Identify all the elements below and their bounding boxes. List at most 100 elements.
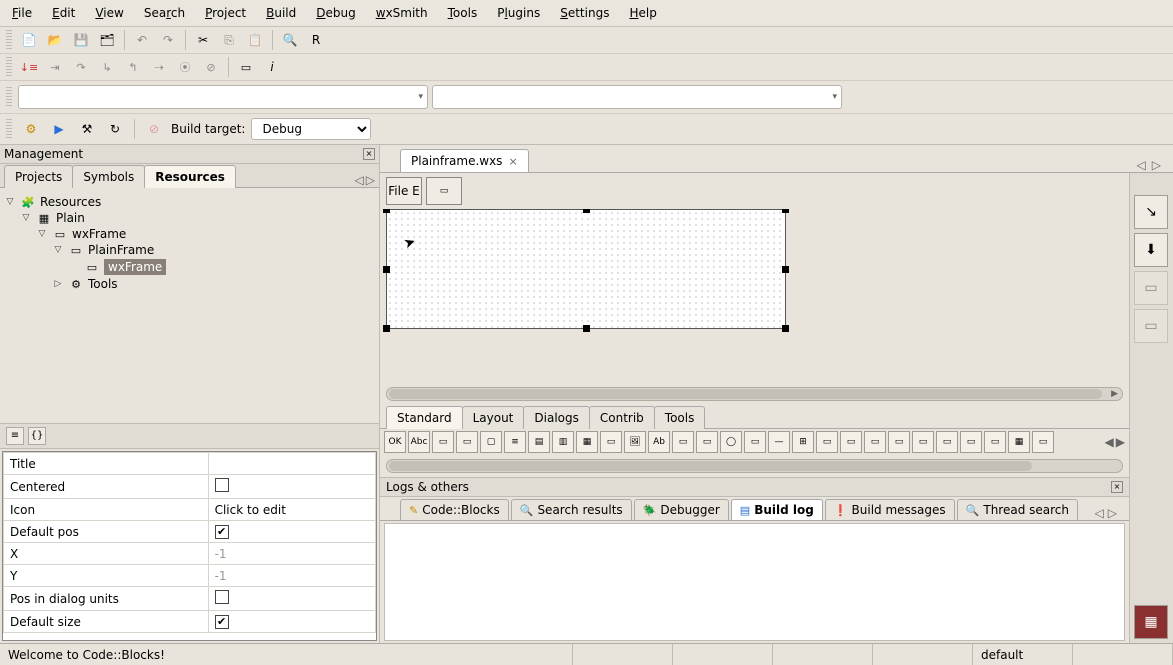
debug-continue-button[interactable]: ⇥ (44, 56, 66, 78)
h-scrollbar[interactable]: ▶ (386, 387, 1123, 401)
resize-handle[interactable] (782, 266, 789, 273)
debug-nexti-button[interactable]: ⇢ (148, 56, 170, 78)
resize-handle[interactable] (782, 325, 789, 332)
menu-settings[interactable]: Settings (554, 4, 615, 22)
palette-widget-15[interactable]: ▭ (744, 431, 766, 453)
palette-scrollbar[interactable] (386, 459, 1123, 473)
tree-tools[interactable]: ▷⚙Tools (4, 276, 375, 292)
build-target-select[interactable]: Debug (251, 118, 371, 140)
new-file-button[interactable] (18, 29, 40, 51)
palette-widget-21[interactable]: ▭ (888, 431, 910, 453)
resize-handle[interactable] (782, 209, 789, 213)
tab-next[interactable]: ▷ (1108, 506, 1117, 520)
checkbox[interactable] (215, 590, 229, 604)
debug-stepout-button[interactable]: ↰ (122, 56, 144, 78)
tab-next[interactable]: ▷ (1152, 158, 1161, 172)
resize-handle[interactable] (383, 209, 390, 213)
prop-value[interactable] (208, 587, 375, 611)
checkbox[interactable]: ✔ (215, 615, 229, 629)
cut-button[interactable] (192, 29, 214, 51)
palette-widget-5[interactable]: ≡ (504, 431, 526, 453)
menu-help[interactable]: Help (623, 4, 662, 22)
palette-widget-9[interactable]: ▭ (600, 431, 622, 453)
menu-build[interactable]: Build (260, 4, 302, 22)
palette-widget-27[interactable]: ▭ (1032, 431, 1054, 453)
build-log-output[interactable] (384, 523, 1125, 641)
tree-root[interactable]: ▽🧩Resources (4, 194, 375, 210)
editor-tab-plainframe[interactable]: Plainframe.wxs × (400, 149, 529, 172)
open-button[interactable] (44, 29, 66, 51)
delete-button[interactable]: ▭ (1134, 309, 1168, 343)
designer-canvas[interactable]: ➤ (380, 209, 1129, 383)
log-tab-buildmsg[interactable]: Build messages (825, 499, 955, 520)
tree-wxframe[interactable]: ▽▭wxFrame (4, 226, 375, 242)
debug-stop-button[interactable]: ⊘ (200, 56, 222, 78)
debug-run-button[interactable]: ↓≡ (18, 56, 40, 78)
build-run-button[interactable] (76, 118, 98, 140)
palette-widget-13[interactable]: ▭ (696, 431, 718, 453)
palette-widget-2[interactable]: ▭ (432, 431, 454, 453)
rebuild-button[interactable] (104, 118, 126, 140)
menu-tools[interactable]: Tools (442, 4, 484, 22)
log-tab-codeblocks[interactable]: Code::Blocks (400, 499, 509, 520)
menu-plugins[interactable]: Plugins (491, 4, 546, 22)
palette-widget-24[interactable]: ▭ (960, 431, 982, 453)
copy-button[interactable] (218, 29, 240, 51)
insert-into-button[interactable]: ↘ (1134, 195, 1168, 229)
palette-widget-23[interactable]: ▭ (936, 431, 958, 453)
close-button[interactable]: × (1111, 481, 1123, 493)
find-button[interactable] (279, 29, 301, 51)
tab-next[interactable]: ▷ (366, 173, 375, 187)
redo-button[interactable] (157, 29, 179, 51)
palette-widget-8[interactable]: ▦ (576, 431, 598, 453)
menu-edit[interactable]: Edit (46, 4, 81, 22)
debug-break-button[interactable]: ⦿ (174, 56, 196, 78)
paste-button[interactable] (244, 29, 266, 51)
toolbar-grip[interactable] (6, 119, 12, 139)
scope-combo-1[interactable]: ▾ (18, 85, 428, 109)
palette-widget-20[interactable]: ▭ (864, 431, 886, 453)
palette-prev[interactable]: ◀ (1105, 435, 1114, 449)
palette-tab-dialogs[interactable]: Dialogs (523, 406, 589, 429)
palette-widget-18[interactable]: ▭ (816, 431, 838, 453)
insert-before-button[interactable]: ⬇ (1134, 233, 1168, 267)
menu-debug[interactable]: Debug (310, 4, 361, 22)
prop-value[interactable] (208, 453, 375, 475)
palette-widget-12[interactable]: ▭ (672, 431, 694, 453)
resize-handle[interactable] (583, 325, 590, 332)
palette-widget-26[interactable]: ▦ (1008, 431, 1030, 453)
tab-prev[interactable]: ◁ (1095, 506, 1104, 520)
tree-inner-wxframe[interactable]: ▭wxFrame (4, 258, 375, 276)
resize-handle[interactable] (583, 209, 590, 213)
menu-wxsmith[interactable]: wxSmith (370, 4, 434, 22)
palette-widget-25[interactable]: ▭ (984, 431, 1006, 453)
save-all-button[interactable] (96, 29, 118, 51)
scope-combo-2[interactable]: ▾ (432, 85, 842, 109)
undo-button[interactable] (131, 29, 153, 51)
tab-projects[interactable]: Projects (4, 165, 73, 188)
palette-widget-16[interactable]: — (768, 431, 790, 453)
checkbox[interactable] (215, 478, 229, 492)
palette-widget-11[interactable]: Ab (648, 431, 670, 453)
palette-tab-contrib[interactable]: Contrib (589, 406, 655, 429)
frame-preview[interactable] (386, 209, 786, 329)
palette-tab-layout[interactable]: Layout (462, 406, 525, 429)
form-panel-button[interactable]: ▭ (426, 177, 462, 205)
resize-handle[interactable] (383, 325, 390, 332)
palette-widget-6[interactable]: ▤ (528, 431, 550, 453)
palette-widget-7[interactable]: ▥ (552, 431, 574, 453)
form-menu-button[interactable]: File E (386, 177, 422, 205)
log-tab-threadsearch[interactable]: Thread search (957, 499, 1078, 520)
menu-view[interactable]: View (89, 4, 129, 22)
tab-prev[interactable]: ◁ (355, 173, 364, 187)
debug-window-button[interactable]: ▭ (235, 56, 257, 78)
prop-value[interactable]: ✔ (208, 611, 375, 633)
preview-button[interactable]: ▦ (1134, 605, 1168, 639)
prop-value[interactable]: Click to edit (208, 499, 375, 521)
prop-view-events[interactable]: {} (28, 427, 46, 445)
checkbox[interactable]: ✔ (215, 525, 229, 539)
abort-button[interactable] (143, 118, 165, 140)
menu-file[interactable]: File (6, 4, 38, 22)
log-tab-buildlog[interactable]: Build log (731, 499, 823, 520)
menu-search[interactable]: Search (138, 4, 191, 22)
